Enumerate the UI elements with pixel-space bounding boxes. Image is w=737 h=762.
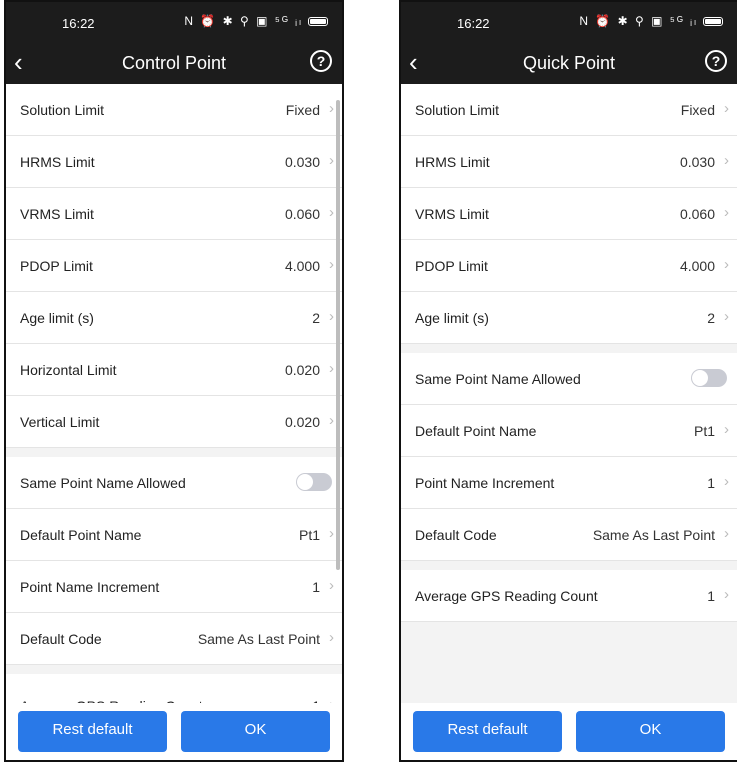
chevron-right-icon: ›	[329, 256, 334, 273]
section-divider	[401, 344, 737, 353]
setting-row-same-point-name: Same Point Name Allowed	[6, 457, 342, 509]
section-divider	[6, 665, 342, 674]
help-icon[interactable]: ?	[705, 50, 727, 72]
ok-button[interactable]: OK	[576, 711, 725, 752]
chevron-right-icon: ›	[329, 360, 334, 377]
chevron-right-icon: ›	[329, 412, 334, 429]
setting-row-default-code[interactable]: Default Code Same As Last Point ›	[6, 613, 342, 665]
chevron-right-icon: ›	[329, 629, 334, 646]
help-icon[interactable]: ?	[310, 50, 332, 72]
quick-point-screen: 16:22 N ⏰ ✱ ⚲ ▣ ⁵ᴳ ᵢₗ ‹ Quick Point ? So…	[399, 0, 737, 762]
page-title: Control Point	[121, 53, 227, 73]
setting-row-horizontal-limit[interactable]: Horizontal Limit 0.020 ›	[6, 344, 342, 396]
settings-list: Solution Limit Fixed › HRMS Limit 0.030 › VR…	[401, 84, 737, 622]
chevron-right-icon: ›	[724, 152, 729, 169]
rest-default-button[interactable]: Rest default	[413, 711, 562, 752]
chevron-right-icon: ›	[724, 586, 729, 603]
setting-row-vrms-limit[interactable]: VRMS Limit 0.060 ›	[6, 188, 342, 240]
setting-row-default-point-name[interactable]: Default Point Name Pt1 ›	[401, 405, 737, 457]
status-time: 16:22	[62, 16, 95, 31]
setting-row-pdop-limit[interactable]: PDOP Limit 4.000 ›	[401, 240, 737, 292]
setting-row-default-point-name[interactable]: Default Point Name Pt1 ›	[6, 509, 342, 561]
chevron-right-icon: ›	[724, 204, 729, 221]
chevron-right-icon: ›	[724, 100, 729, 117]
footer-buttons: Rest default OK	[401, 703, 737, 760]
setting-row-point-name-increment[interactable]: Point Name Increment 1 ›	[401, 457, 737, 509]
chevron-right-icon: ›	[329, 152, 334, 169]
toggle-knob	[692, 370, 708, 386]
page-title: Quick Point	[522, 53, 616, 73]
setting-row-age-limit[interactable]: Age limit (s) 2 ›	[401, 292, 737, 344]
setting-row-solution-limit[interactable]: Solution Limit Fixed ›	[6, 84, 342, 136]
setting-row-vrms-limit[interactable]: VRMS Limit 0.060 ›	[401, 188, 737, 240]
setting-row-same-point-name: Same Point Name Allowed	[401, 353, 737, 405]
nav-bar: ‹ Quick Point ?	[401, 42, 737, 84]
chevron-right-icon: ›	[724, 473, 729, 490]
rest-default-button[interactable]: Rest default	[18, 711, 167, 752]
setting-row-hrms-limit[interactable]: HRMS Limit 0.030 ›	[6, 136, 342, 188]
same-point-name-toggle[interactable]	[296, 473, 332, 491]
status-icons: N ⏰ ✱ ⚲ ▣ ⁵ᴳ ᵢₗ	[579, 14, 723, 28]
setting-row-default-code[interactable]: Default Code Same As Last Point ›	[401, 509, 737, 561]
chevron-right-icon: ›	[329, 577, 334, 594]
setting-row-age-limit[interactable]: Age limit (s) 2 ›	[6, 292, 342, 344]
toggle-knob	[297, 474, 313, 490]
chevron-right-icon: ›	[329, 525, 334, 542]
setting-row-average-gps-count[interactable]: Average GPS Reading Count1›	[401, 570, 737, 622]
status-time: 16:22	[457, 16, 490, 31]
settings-list: Solution Limit Fixed › HRMS Limit 0.030 › VR…	[6, 84, 342, 712]
chevron-right-icon: ›	[724, 421, 729, 438]
chevron-right-icon: ›	[329, 204, 334, 221]
battery-icon	[703, 16, 723, 26]
scrollbar[interactable]	[336, 100, 340, 570]
section-divider	[6, 448, 342, 457]
ok-button[interactable]: OK	[181, 711, 330, 752]
footer-buttons: Rest default OK	[6, 703, 342, 760]
setting-row-solution-limit[interactable]: Solution Limit Fixed ›	[401, 84, 737, 136]
control-point-screen: 16:22 N ⏰ ✱ ⚲ ▣ ⁵ᴳ ᵢₗ ‹ Control Point ? …	[4, 0, 344, 762]
same-point-name-toggle[interactable]	[691, 369, 727, 387]
chevron-right-icon: ›	[724, 256, 729, 273]
setting-row-vertical-limit[interactable]: Vertical Limit 0.020 ›	[6, 396, 342, 448]
setting-row-point-name-increment[interactable]: Point Name Increment 1 ›	[6, 561, 342, 613]
status-bar: 16:22 N ⏰ ✱ ⚲ ▣ ⁵ᴳ ᵢₗ	[401, 2, 737, 42]
setting-row-pdop-limit[interactable]: PDOP Limit 4.000 ›	[6, 240, 342, 292]
status-bar: 16:22 N ⏰ ✱ ⚲ ▣ ⁵ᴳ ᵢₗ	[6, 2, 342, 42]
chevron-right-icon: ›	[724, 308, 729, 325]
nav-bar: ‹ Control Point ?	[6, 42, 342, 84]
section-divider	[401, 561, 737, 570]
chevron-right-icon: ›	[329, 308, 334, 325]
chevron-right-icon: ›	[724, 525, 729, 542]
status-icons: N ⏰ ✱ ⚲ ▣ ⁵ᴳ ᵢₗ	[184, 14, 328, 28]
setting-row-hrms-limit[interactable]: HRMS Limit 0.030 ›	[401, 136, 737, 188]
battery-icon	[308, 16, 328, 26]
chevron-right-icon: ›	[329, 100, 334, 117]
